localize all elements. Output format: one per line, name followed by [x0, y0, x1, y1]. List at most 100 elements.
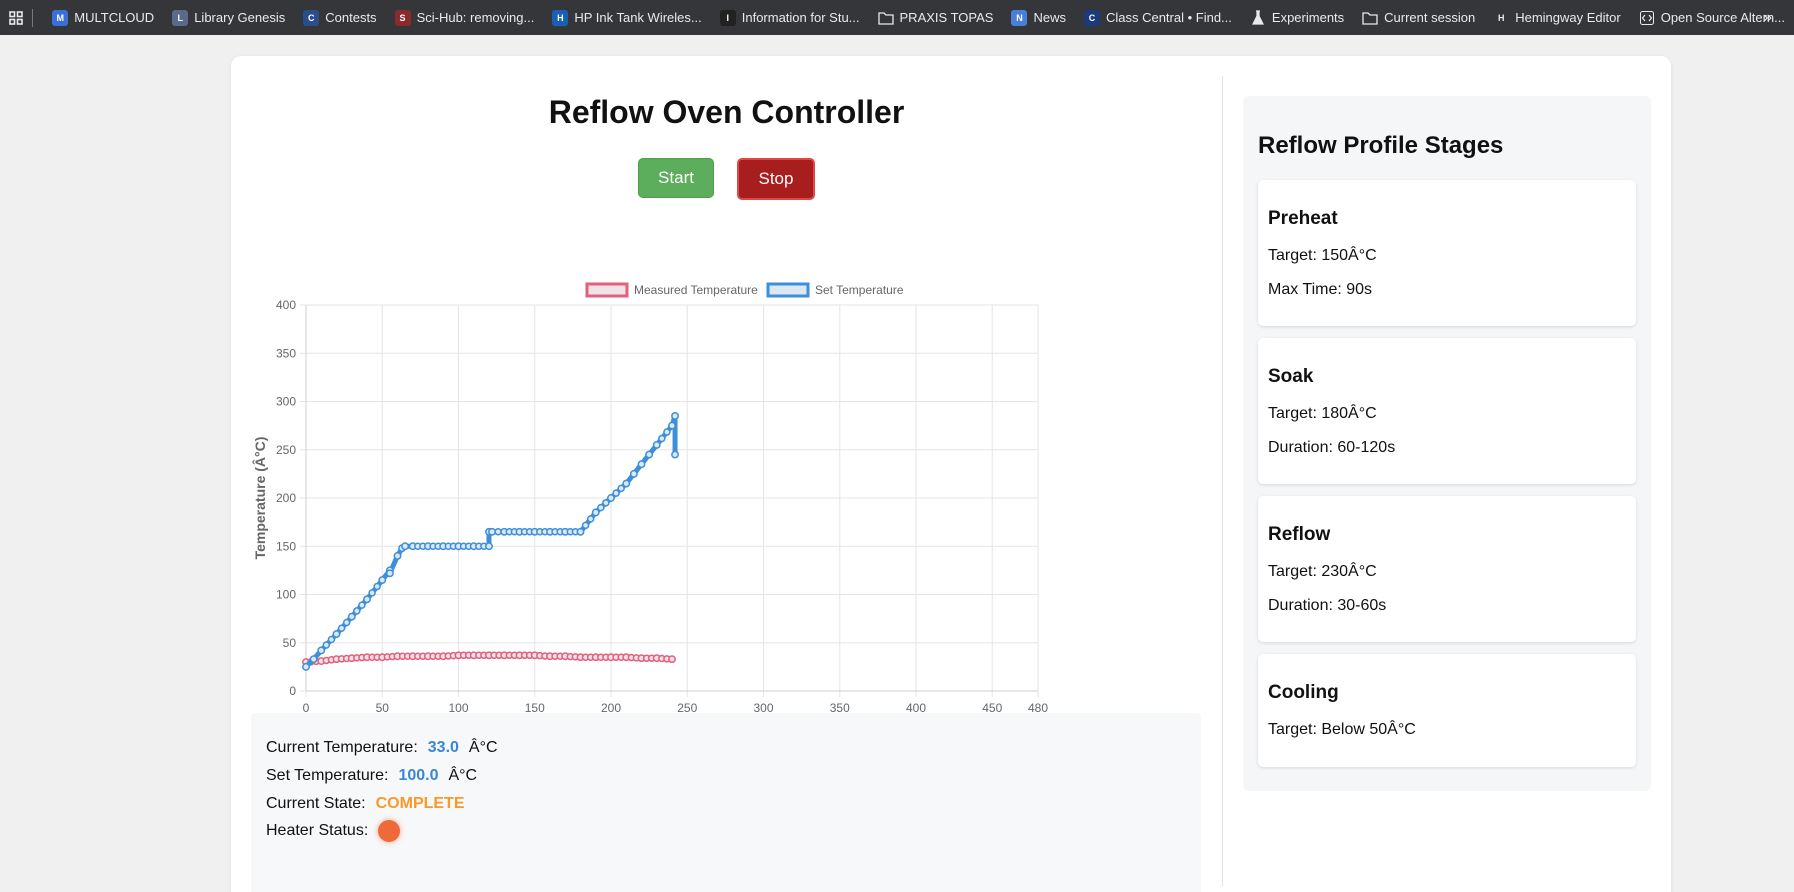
bookmark-label: Information for Stu...	[741, 10, 860, 25]
state-label: Current State:	[266, 795, 366, 812]
data-point	[494, 528, 502, 536]
bookmark-item[interactable]: N News	[1002, 0, 1075, 35]
stage-detail: Target: 150Â°C	[1268, 247, 1377, 264]
state-value: COMPLETE	[375, 795, 465, 812]
data-point	[658, 434, 666, 443]
stages-title: Reflow Profile Stages	[1258, 132, 1504, 159]
stage-card-reflow: Reflow Target: 230Â°C Duration: 30-60s	[1258, 496, 1636, 642]
more-bookmarks-icon[interactable]: »	[1763, 0, 1772, 35]
heater-status-indicator	[378, 820, 401, 842]
y-tick-label: 0	[289, 684, 296, 698]
set-temp-value: 100.0	[398, 767, 439, 784]
bookmark-label: Hemingway Editor	[1515, 10, 1621, 25]
reflow-stages-panel: Reflow Profile Stages Preheat Target: 150…	[1243, 96, 1651, 791]
stage-card-soak: Soak Target: 180Â°C Duration: 60-120s	[1258, 338, 1636, 484]
bookmark-item[interactable]: C Class Central • Find...	[1075, 0, 1241, 35]
data-point	[668, 655, 676, 664]
apps-grid-icon[interactable]	[0, 0, 32, 35]
cloud-icon: M	[52, 9, 69, 26]
data-point	[401, 542, 410, 551]
data-point	[663, 428, 671, 436]
set-temp-row: Set Temperature: 100.0 Â°C	[266, 767, 477, 785]
y-tick-label: 100	[276, 588, 296, 602]
data-point	[353, 607, 361, 615]
stage-detail: Target: Below 50Â°C	[1268, 721, 1416, 738]
stage-card-cooling: Cooling Target: Below 50Â°C	[1258, 654, 1636, 767]
stage-detail: Duration: 60-120s	[1268, 439, 1396, 456]
current-temp-row: Current Temperature: 33.0 Â°C	[266, 739, 498, 757]
data-point	[576, 527, 585, 536]
bookmark-label: Contests	[325, 10, 377, 25]
stage-name: Reflow	[1268, 524, 1331, 545]
bookmark-label: HP Ink Tank Wireles...	[574, 10, 702, 25]
data-point	[586, 515, 595, 523]
bookmark-label: News	[1033, 10, 1066, 25]
y-tick-label: 200	[276, 491, 296, 505]
data-point	[332, 630, 341, 639]
data-point	[485, 542, 493, 551]
data-point	[393, 551, 402, 560]
data-point	[622, 479, 631, 488]
bookmark-label: Class Central • Find...	[1105, 10, 1232, 25]
data-point	[327, 635, 336, 644]
flask-icon	[1250, 9, 1266, 26]
data-point	[378, 576, 387, 584]
bookmark-item[interactable]: Experiments	[1241, 0, 1353, 35]
stage-name: Soak	[1268, 366, 1314, 387]
data-point	[602, 499, 610, 507]
bookmark-label: Current session	[1384, 10, 1476, 25]
data-point	[373, 582, 381, 591]
hp-icon: H	[552, 9, 569, 26]
data-point	[671, 412, 679, 420]
legend-swatch	[766, 282, 810, 298]
data-point	[385, 569, 394, 578]
bookmark-label: PRAXIS TOPAS	[899, 10, 994, 25]
stop-button[interactable]: Stop	[737, 158, 815, 200]
temperature-chart: 0501001502002503003504000 50 100 150 200 250 3…	[251, 282, 1048, 740]
bookmark-item[interactable]: L Library Genesis	[163, 0, 294, 35]
start-button[interactable]: Start	[638, 158, 714, 198]
data-point	[645, 450, 654, 459]
bookmark-item[interactable]: PRAXIS TOPAS	[869, 0, 1003, 35]
bookmark-item[interactable]: I Information for Stu...	[711, 0, 869, 35]
data-point	[302, 662, 310, 671]
y-tick-label: 250	[276, 443, 296, 457]
data-point	[322, 641, 331, 649]
bookmark-item[interactable]: M MULTCLOUD	[43, 0, 163, 35]
legend-label: Measured Temperature	[634, 283, 758, 297]
bookmark-item[interactable]: H Hemingway Editor	[1484, 0, 1630, 35]
main-card: Reflow Oven Controller Start Stop 0 50 100…	[231, 56, 1671, 892]
trophy-icon: C	[303, 9, 320, 26]
folder-icon	[1362, 10, 1378, 26]
bookmark-item[interactable]: C Contests	[294, 0, 385, 35]
state-row: Current State: COMPLETE	[266, 795, 465, 813]
hemingway-icon: H	[1497, 12, 1505, 23]
y-axis-title: Temperature (Â°C)	[251, 437, 268, 560]
set-temp-unit: Â°C	[448, 767, 478, 784]
data-point	[363, 595, 371, 604]
bookmark-label: MULTCLOUD	[74, 10, 155, 25]
data-point	[368, 589, 376, 597]
data-point	[652, 440, 661, 449]
folder-icon	[877, 10, 894, 26]
data-point	[612, 489, 620, 497]
info-icon: I	[719, 9, 736, 26]
bookmark-item[interactable]: S Sci-Hub: removing...	[386, 0, 544, 35]
stage-detail: Target: 180Â°C	[1268, 405, 1377, 422]
bookmark-item[interactable]: Current session	[1353, 0, 1484, 35]
stage-detail: Duration: 30-60s	[1268, 597, 1387, 614]
current-temp-label: Current Temperature:	[266, 739, 418, 756]
bookmark-item[interactable]: H HP Ink Tank Wireles...	[543, 0, 710, 35]
y-tick-label: 150	[276, 539, 296, 553]
stage-detail: Max Time: 90s	[1268, 281, 1373, 298]
data-point	[342, 618, 351, 627]
series-line	[303, 413, 678, 670]
stage-detail: Target: 230Â°C	[1268, 563, 1377, 580]
data-point	[591, 508, 600, 517]
data-point	[309, 655, 318, 664]
code-icon	[1639, 10, 1655, 26]
y-tick-label: 300	[276, 395, 296, 409]
bookmark-label: Library Genesis	[194, 10, 286, 25]
data-point	[317, 646, 326, 655]
current-temp-unit: Â°C	[468, 739, 498, 756]
